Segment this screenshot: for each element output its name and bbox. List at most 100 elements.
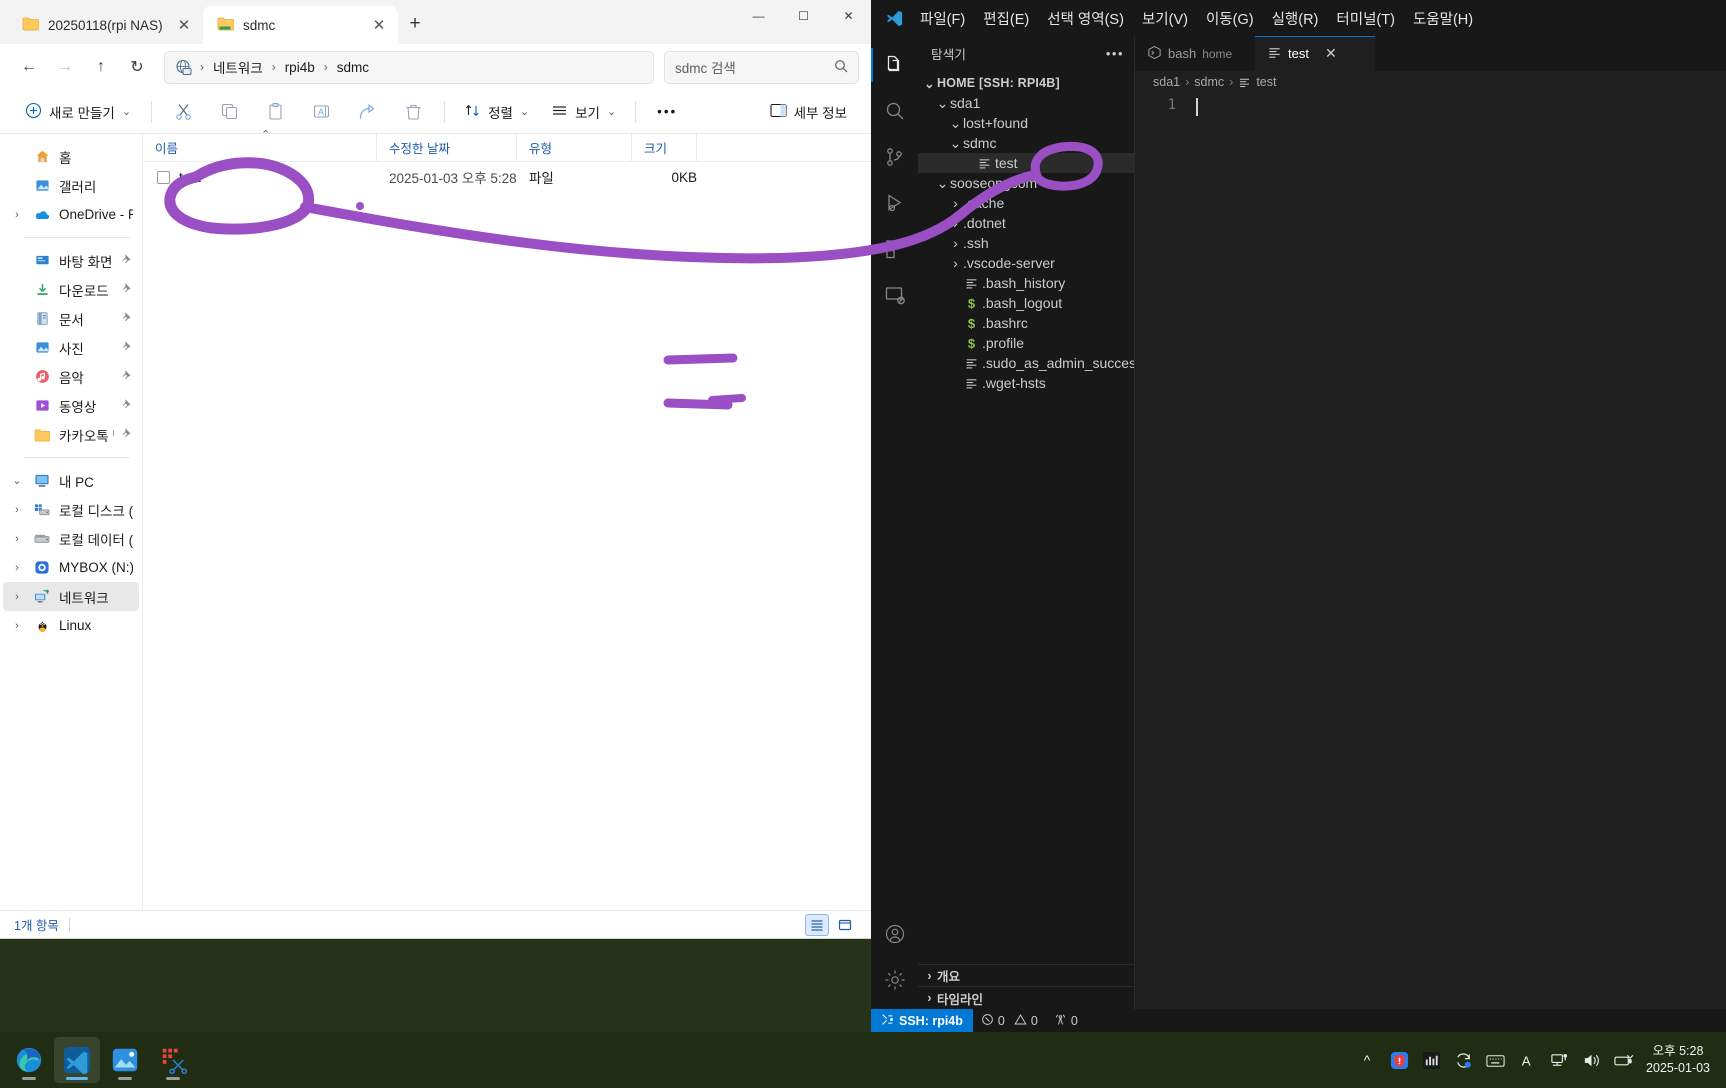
tree-item-lost+found[interactable]: ⌄ lost+found [918, 113, 1134, 133]
tree-item-.bash_history[interactable]: .bash_history [918, 273, 1134, 293]
taskbar-edge-icon[interactable] [6, 1037, 52, 1083]
chevron-down-icon[interactable]: ⌄ [9, 474, 25, 487]
accounts-icon[interactable] [871, 911, 918, 957]
forward-button[interactable]: → [48, 51, 82, 83]
volume-icon[interactable] [1576, 1040, 1606, 1080]
taskbar-snipping-tool-icon[interactable] [150, 1037, 196, 1083]
tree-item-sdmc[interactable]: ⌄ sdmc [918, 133, 1134, 153]
tree-item-.vscode-server[interactable]: › .vscode-server [918, 253, 1134, 273]
maximize-button[interactable]: ☐ [781, 0, 826, 32]
section-outline[interactable]: › 개요 [918, 965, 1134, 987]
tree-item-.bashrc[interactable]: $ .bashrc [918, 313, 1134, 333]
sidebar-more-actions[interactable]: ••• [1106, 46, 1124, 61]
breadcrumb-item-2[interactable]: test [1256, 75, 1276, 89]
menu-file[interactable]: 파일(F) [911, 4, 974, 33]
chevron-right-icon[interactable]: › [948, 255, 963, 271]
tree-item-.profile[interactable]: $ .profile [918, 333, 1134, 353]
minimize-button[interactable]: — [736, 0, 781, 32]
extensions-icon[interactable] [871, 226, 918, 272]
sidebar-item-onedrive---person[interactable]: › OneDrive - Person [3, 200, 139, 229]
new-button[interactable]: 새로 만들기 ⌄ [14, 96, 142, 128]
sidebar-item-카카오톡-받은-i[interactable]: 카카오톡 받은 I [3, 420, 139, 449]
chevron-right-icon[interactable]: › [9, 533, 25, 545]
sidebar-item-로컬-디스크-(c:)[interactable]: › 로컬 디스크 (C:) [3, 495, 139, 524]
sync-icon[interactable] [1448, 1040, 1478, 1080]
explorer-tab-1[interactable]: sdmc ✕ [203, 6, 398, 44]
chevron-down-icon[interactable]: ⌄ [122, 105, 131, 118]
view-button[interactable]: 보기 ⌄ [541, 96, 626, 128]
chevron-right-icon[interactable]: › [9, 591, 25, 603]
security-notification-icon[interactable] [1384, 1040, 1414, 1080]
taskbar-clock[interactable]: 오후 5:28 2025-01-03 [1640, 1043, 1722, 1077]
show-hidden-icons-chevron[interactable]: ^ [1352, 1040, 1382, 1080]
pin-icon[interactable] [121, 340, 133, 355]
chevron-right-icon[interactable]: › [948, 215, 963, 231]
address-bar[interactable]: › 네트워크 › rpi4b › sdmc [164, 50, 654, 84]
menu-help[interactable]: 도움말(H) [1404, 4, 1482, 33]
menu-terminal[interactable]: 터미널(T) [1327, 4, 1404, 33]
chevron-down-icon[interactable]: ⌄ [922, 76, 937, 91]
details-view-icon[interactable] [833, 914, 857, 936]
tree-item-.sudo_as_admin_successful[interactable]: .sudo_as_admin_successful [918, 353, 1134, 373]
chevron-right-icon[interactable]: › [948, 195, 963, 211]
network-icon[interactable] [1544, 1040, 1574, 1080]
chevron-down-icon[interactable]: ⌄ [520, 105, 529, 118]
run-debug-icon[interactable] [871, 180, 918, 226]
chevron-right-icon[interactable]: › [9, 562, 25, 574]
close-icon[interactable]: ✕ [173, 16, 195, 34]
chevron-down-icon[interactable]: ⌄ [935, 95, 950, 112]
chevron-down-icon[interactable]: ⌄ [948, 115, 963, 132]
chevron-right-icon[interactable]: › [9, 504, 25, 516]
menu-run[interactable]: 실행(R) [1263, 4, 1328, 33]
cut-icon[interactable] [161, 96, 205, 128]
tree-item-sda1[interactable]: ⌄ sda1 [918, 93, 1134, 113]
chevron-down-icon[interactable]: ⌄ [607, 105, 616, 118]
sidebar-item-음악[interactable]: 음악 [3, 362, 139, 391]
taskbar-vscode-icon[interactable] [54, 1037, 100, 1083]
breadcrumb-item-0[interactable]: sda1 [1153, 75, 1180, 89]
menu-view[interactable]: 보기(V) [1133, 4, 1197, 33]
sidebar-item-문서[interactable]: 문서 [3, 304, 139, 333]
details-pane-button[interactable]: 세부 정보 [760, 96, 857, 128]
share-icon[interactable] [345, 96, 389, 128]
menu-go[interactable]: 이동(G) [1197, 4, 1263, 33]
paste-icon[interactable] [253, 96, 297, 128]
sidebar-item-동영상[interactable]: 동영상 [3, 391, 139, 420]
address-crumb-1[interactable]: rpi4b [280, 58, 320, 77]
sidebar-item-사진[interactable]: 사진 [3, 333, 139, 362]
column-header-name[interactable]: 이름 [143, 133, 377, 162]
ime-korean-icon[interactable]: A [1512, 1040, 1542, 1080]
close-icon[interactable]: ✕ [368, 16, 390, 34]
problems-indicator[interactable]: 0 0 [973, 1013, 1046, 1029]
section-timeline[interactable]: › 타임라인 [918, 987, 1134, 1009]
more-options-button[interactable]: ••• [645, 96, 689, 128]
source-control-icon[interactable] [871, 134, 918, 180]
new-tab-button[interactable]: + [398, 7, 432, 41]
address-crumb-2[interactable]: sdmc [332, 58, 374, 77]
tab-test[interactable]: test ✕ [1255, 36, 1375, 71]
battery-icon[interactable] [1608, 1040, 1638, 1080]
chevron-down-icon[interactable]: ⌄ [935, 175, 950, 192]
pin-icon[interactable] [121, 427, 133, 442]
pin-icon[interactable] [121, 253, 133, 268]
tree-item-test[interactable]: test [918, 153, 1134, 173]
column-header-date[interactable]: 수정한 날짜 [377, 133, 517, 162]
sidebar-item-홈[interactable]: 홈 [3, 142, 139, 171]
tab-bash[interactable]: bash home [1135, 36, 1255, 71]
refresh-button[interactable]: ↻ [120, 51, 154, 83]
back-button[interactable]: ← [12, 51, 46, 83]
pin-icon[interactable] [121, 398, 133, 413]
code-content[interactable] [1193, 93, 1726, 1009]
sidebar-item-다운로드[interactable]: 다운로드 [3, 275, 139, 304]
row-checkbox[interactable] [157, 170, 170, 184]
pin-icon[interactable] [121, 311, 133, 326]
delete-icon[interactable] [391, 96, 435, 128]
equalizer-icon[interactable] [1416, 1040, 1446, 1080]
menu-selection[interactable]: 선택 영역(S) [1038, 4, 1133, 33]
chevron-right-icon[interactable]: › [9, 620, 25, 632]
tree-item-home-ssh-rpi4b-[interactable]: ⌄ HOME [SSH: RPI4B] [918, 73, 1134, 93]
remote-indicator[interactable]: SSH: rpi4b [871, 1009, 973, 1032]
breadcrumb-item-1[interactable]: sdmc [1194, 75, 1224, 89]
sidebar-item-내-pc[interactable]: ⌄ 내 PC [3, 466, 139, 495]
table-row[interactable]: test 2025-01-03 오후 5:28 파일 0KB [143, 162, 871, 192]
